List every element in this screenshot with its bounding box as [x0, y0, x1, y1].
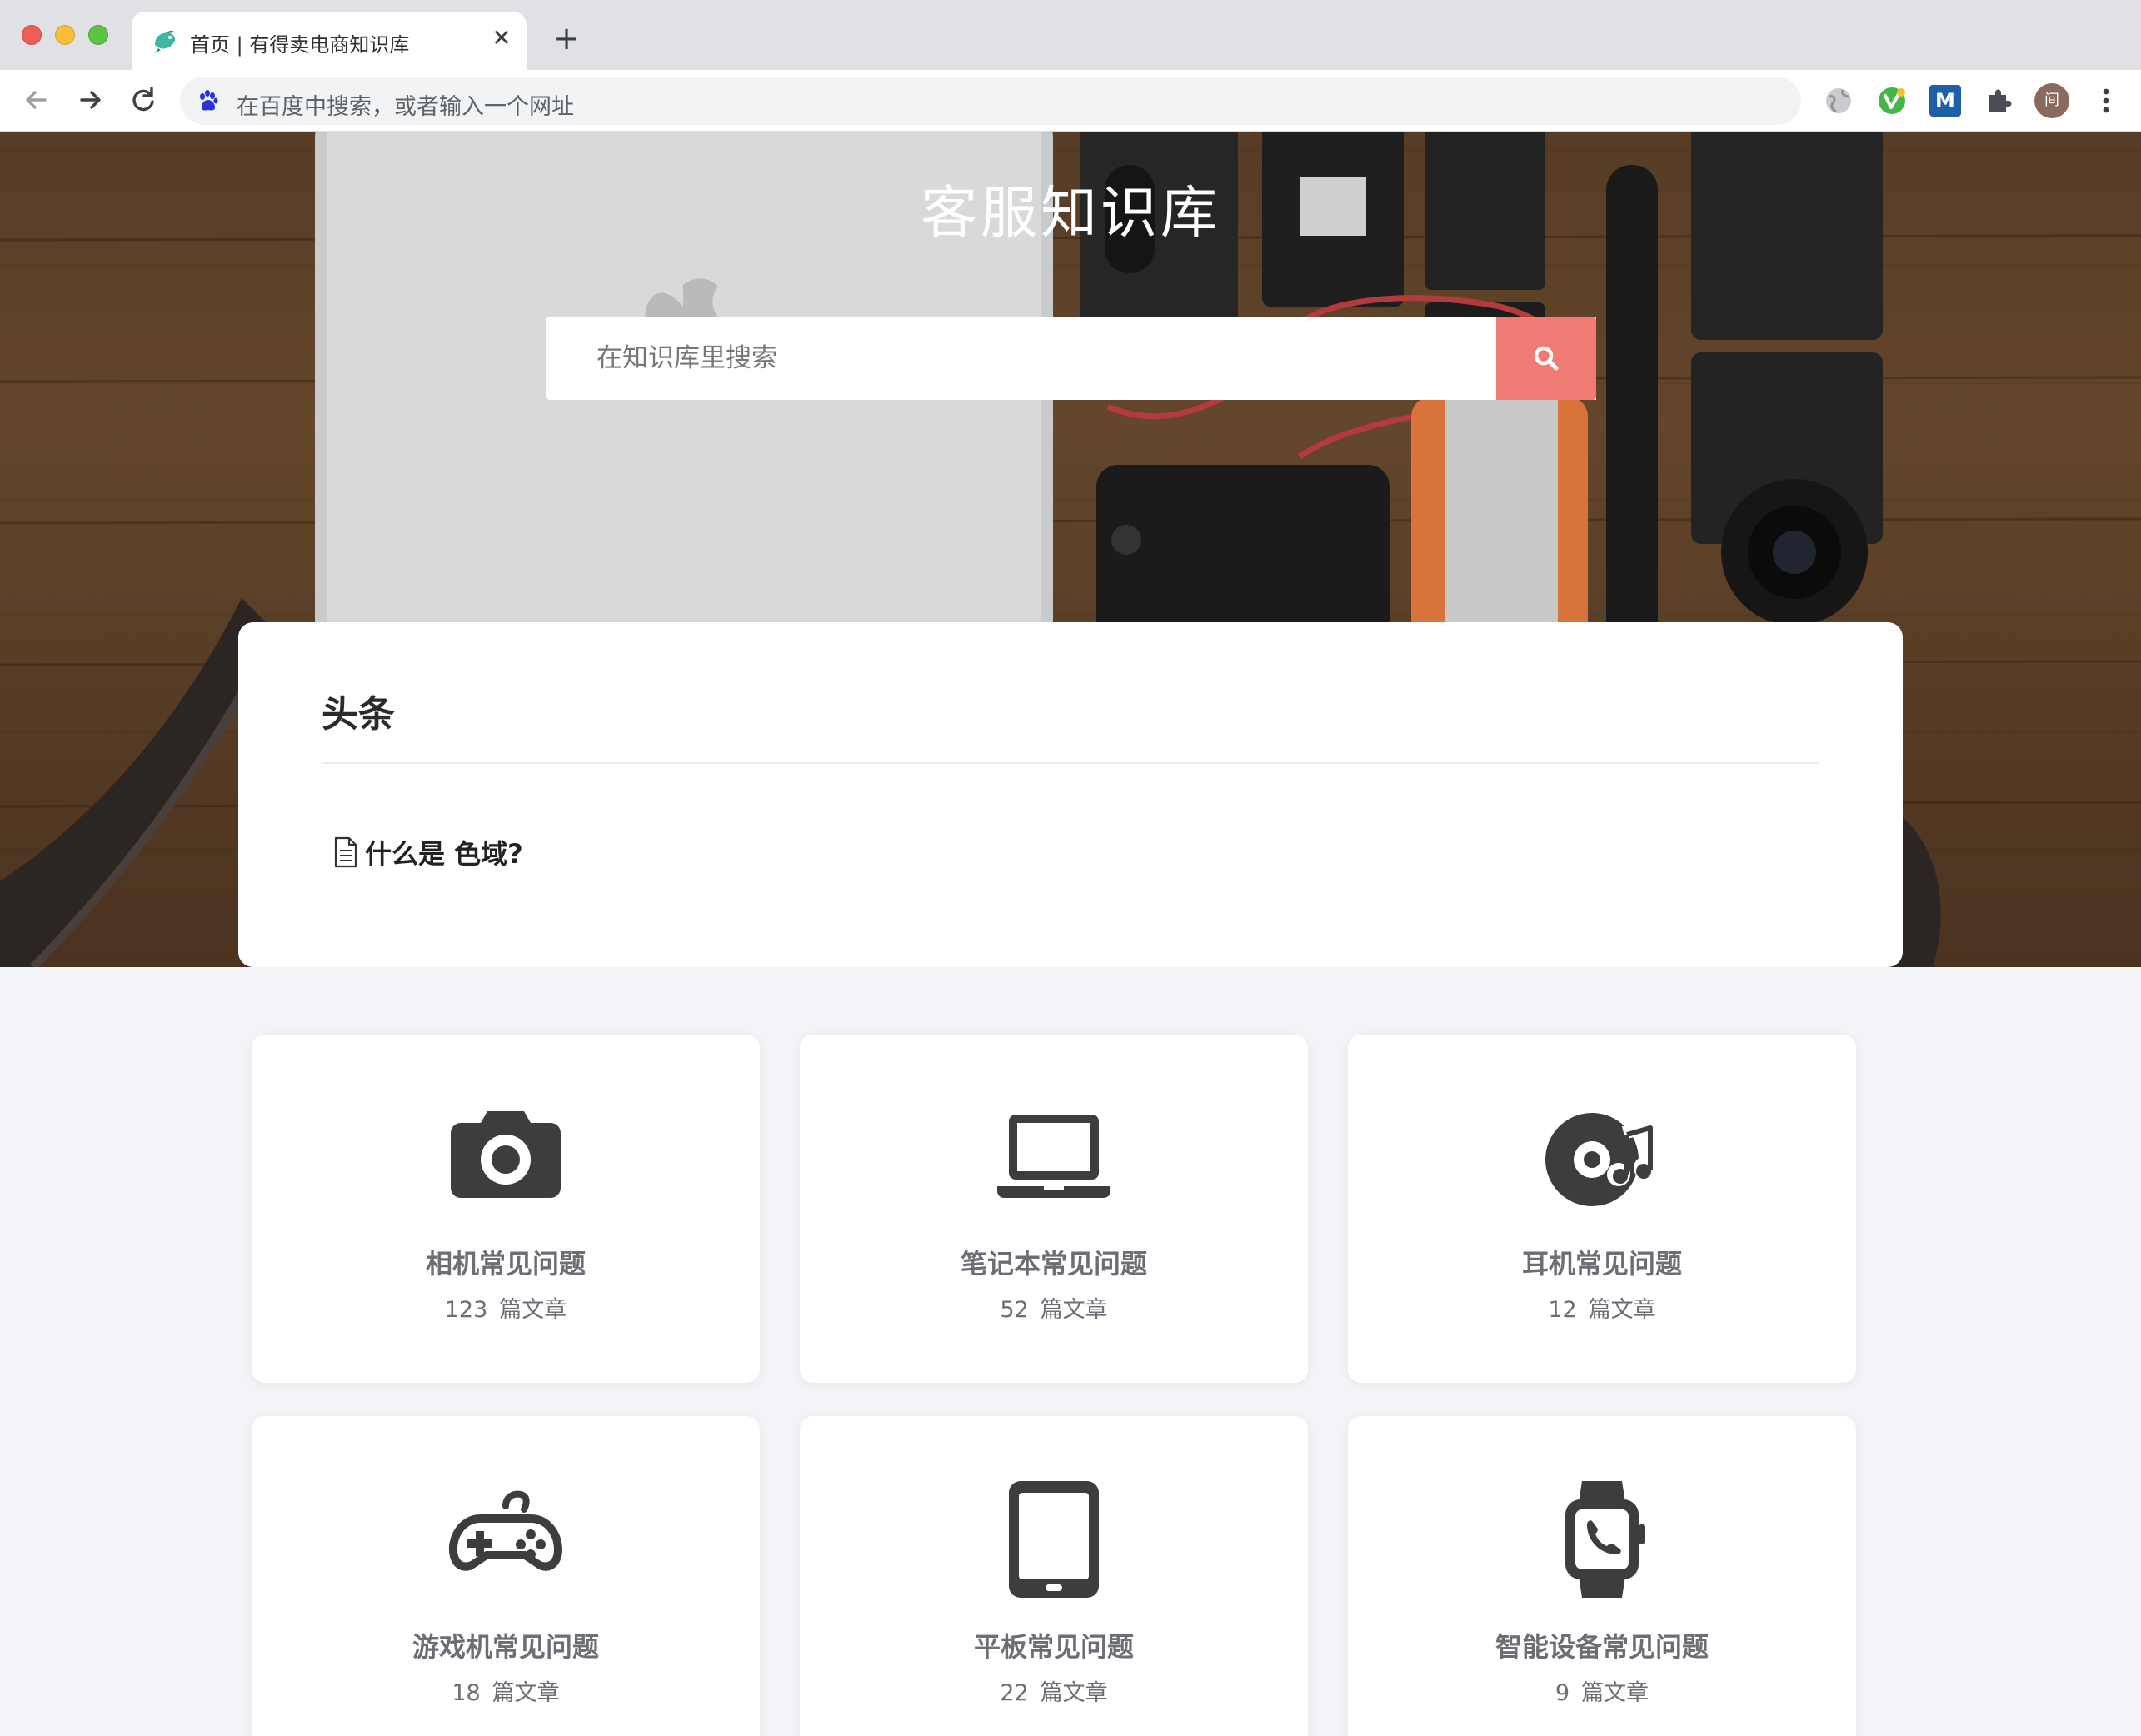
site-favicon-icon [155, 30, 176, 53]
m-extension-icon[interactable]: M [1929, 85, 1961, 117]
category-count-number: 18 [452, 1680, 481, 1706]
browser-tab-active[interactable]: 首页 | 有得卖电商知识库 ✕ [132, 12, 527, 70]
laptop-icon [997, 1115, 1110, 1198]
headlines-divider [322, 762, 1819, 764]
category-name: 笔记本常见问题 [960, 1248, 1147, 1280]
category-article-count: 22 篇文章 [800, 1674, 1308, 1707]
forward-arrow-icon[interactable] [72, 82, 108, 118]
hero-title: 客服知识库 [920, 181, 1220, 247]
category-count-number: 22 [1000, 1680, 1029, 1706]
category-count-unit: 篇文章 [1581, 1680, 1649, 1706]
headlines-title: 头条 [322, 693, 395, 736]
window-minimize-button[interactable] [55, 25, 75, 45]
window-close-button[interactable] [22, 25, 42, 45]
baidu-paw-icon [200, 90, 218, 111]
address-bar[interactable]: 在百度中搜索，或者输入一个网址 [180, 77, 1801, 125]
document-icon [334, 836, 357, 868]
search-icon [1534, 346, 1559, 371]
category-name: 智能设备常见问题 [1495, 1631, 1709, 1663]
category-card-camera[interactable]: 相机常见问题 123 篇文章 [252, 1035, 760, 1383]
browser-toolbar: 在百度中搜索，或者输入一个网址 M 间 [0, 70, 2141, 132]
category-count-unit: 篇文章 [499, 1297, 567, 1323]
camera-icon [451, 1111, 561, 1198]
browser-tab-strip: 首页 | 有得卖电商知识库 ✕ + [0, 0, 2141, 70]
category-count-unit: 篇文章 [492, 1680, 560, 1706]
category-card-smart-device[interactable]: 智能设备常见问题 9 篇文章 [1348, 1416, 1856, 1736]
tab-title: 首页 | 有得卖电商知识库 [190, 33, 410, 57]
new-tab-button[interactable]: + [550, 22, 583, 55]
category-count-unit: 篇文章 [1588, 1297, 1656, 1323]
category-count-unit: 篇文章 [1040, 1297, 1108, 1323]
category-count-unit: 篇文章 [1040, 1680, 1108, 1706]
knowledge-search-form [546, 317, 1596, 400]
category-article-count: 123 篇文章 [252, 1291, 760, 1324]
tab-close-icon[interactable]: ✕ [488, 25, 515, 52]
headline-article-title: 什么是 色域? [365, 838, 523, 870]
headline-article-link[interactable]: 什么是 色域? [333, 834, 523, 870]
category-article-count: 9 篇文章 [1348, 1674, 1856, 1707]
category-count-number: 12 [1548, 1297, 1577, 1323]
category-count-number: 52 [1000, 1297, 1029, 1323]
category-name: 耳机常见问题 [1521, 1248, 1682, 1280]
headlines-card: 头条 什么是 色域? [238, 622, 1903, 967]
back-arrow-icon[interactable] [18, 82, 55, 118]
music-disc-icon [1545, 1113, 1660, 1206]
profile-avatar[interactable]: 间 [2034, 83, 2069, 118]
window-zoom-button[interactable] [88, 25, 108, 45]
smartwatch-icon [1565, 1481, 1645, 1598]
category-name: 相机常见问题 [425, 1248, 586, 1280]
globe-extension-icon[interactable] [1823, 85, 1854, 117]
category-card-game-console[interactable]: 游戏机常见问题 18 篇文章 [252, 1416, 760, 1736]
category-count-number: 9 [1555, 1680, 1570, 1706]
category-card-tablet[interactable]: 平板常见问题 22 篇文章 [800, 1416, 1308, 1736]
category-article-count: 12 篇文章 [1348, 1291, 1856, 1324]
reload-icon[interactable] [125, 82, 162, 118]
search-submit-button[interactable] [1496, 317, 1596, 400]
tablet-icon [1009, 1481, 1099, 1598]
category-article-count: 52 篇文章 [800, 1291, 1308, 1324]
knowledge-search-input[interactable] [546, 317, 1496, 400]
kebab-menu-icon[interactable] [2093, 83, 2119, 118]
address-bar-placeholder: 在百度中搜索，或者输入一个网址 [237, 94, 574, 120]
category-article-count: 18 篇文章 [252, 1674, 760, 1707]
category-count-number: 123 [444, 1297, 488, 1323]
v-extension-icon[interactable] [1876, 85, 1908, 117]
gamepad-icon [449, 1490, 562, 1571]
puzzle-extensions-icon[interactable] [1983, 85, 2014, 117]
category-card-laptop[interactable]: 笔记本常见问题 52 篇文章 [800, 1035, 1308, 1383]
category-name: 游戏机常见问题 [412, 1631, 599, 1663]
category-name: 平板常见问题 [973, 1631, 1134, 1663]
category-card-headphones[interactable]: 耳机常见问题 12 篇文章 [1348, 1035, 1856, 1383]
